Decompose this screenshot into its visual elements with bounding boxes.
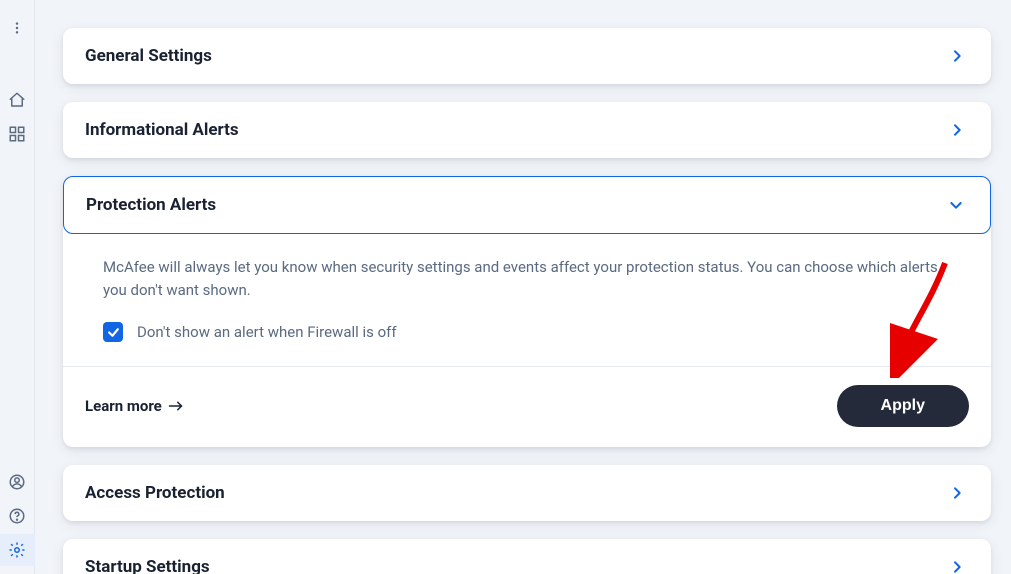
- section-informational-alerts: Informational Alerts: [63, 102, 991, 158]
- home-icon[interactable]: [0, 84, 35, 116]
- learn-more-label: Learn more: [85, 397, 162, 415]
- section-title: Informational Alerts: [85, 120, 239, 140]
- settings-icon[interactable]: [0, 534, 35, 566]
- help-icon[interactable]: [0, 500, 35, 532]
- section-general-settings: General Settings: [63, 28, 991, 84]
- more-options-icon[interactable]: [0, 12, 35, 44]
- section-footer: Learn more Apply: [63, 366, 991, 447]
- chevron-right-icon: [949, 48, 965, 64]
- section-description: McAfee will always let you know when sec…: [103, 256, 957, 303]
- section-access-protection: Access Protection: [63, 465, 991, 521]
- checkbox-row-firewall-alert: Don't show an alert when Firewall is off: [103, 321, 957, 344]
- section-header-protection-alerts[interactable]: Protection Alerts: [63, 176, 991, 234]
- apps-icon[interactable]: [0, 118, 35, 150]
- learn-more-link[interactable]: Learn more: [85, 397, 186, 415]
- section-startup-settings: Startup Settings: [63, 539, 991, 574]
- section-header-startup-settings[interactable]: Startup Settings: [63, 539, 991, 574]
- section-protection-alerts: Protection Alerts McAfee will always let…: [63, 176, 991, 447]
- chevron-right-icon: [949, 122, 965, 138]
- sidebar: [0, 0, 35, 574]
- section-title: Startup Settings: [85, 557, 210, 574]
- section-header-general-settings[interactable]: General Settings: [63, 28, 991, 84]
- section-header-informational-alerts[interactable]: Informational Alerts: [63, 102, 991, 158]
- checkbox-label[interactable]: Don't show an alert when Firewall is off: [137, 321, 397, 344]
- main-content: General Settings Informational Alerts Pr…: [35, 0, 1011, 574]
- section-title: General Settings: [85, 46, 212, 66]
- section-header-access-protection[interactable]: Access Protection: [63, 465, 991, 521]
- section-title: Access Protection: [85, 483, 225, 503]
- checkbox-firewall-alert[interactable]: [103, 322, 123, 342]
- apply-button[interactable]: Apply: [837, 385, 969, 427]
- chevron-right-icon: [949, 559, 965, 574]
- chevron-right-icon: [949, 485, 965, 501]
- arrow-right-icon: [168, 400, 186, 412]
- section-body: McAfee will always let you know when sec…: [63, 234, 991, 366]
- section-title: Protection Alerts: [86, 195, 216, 215]
- chevron-down-icon: [948, 197, 964, 213]
- account-icon[interactable]: [0, 466, 35, 498]
